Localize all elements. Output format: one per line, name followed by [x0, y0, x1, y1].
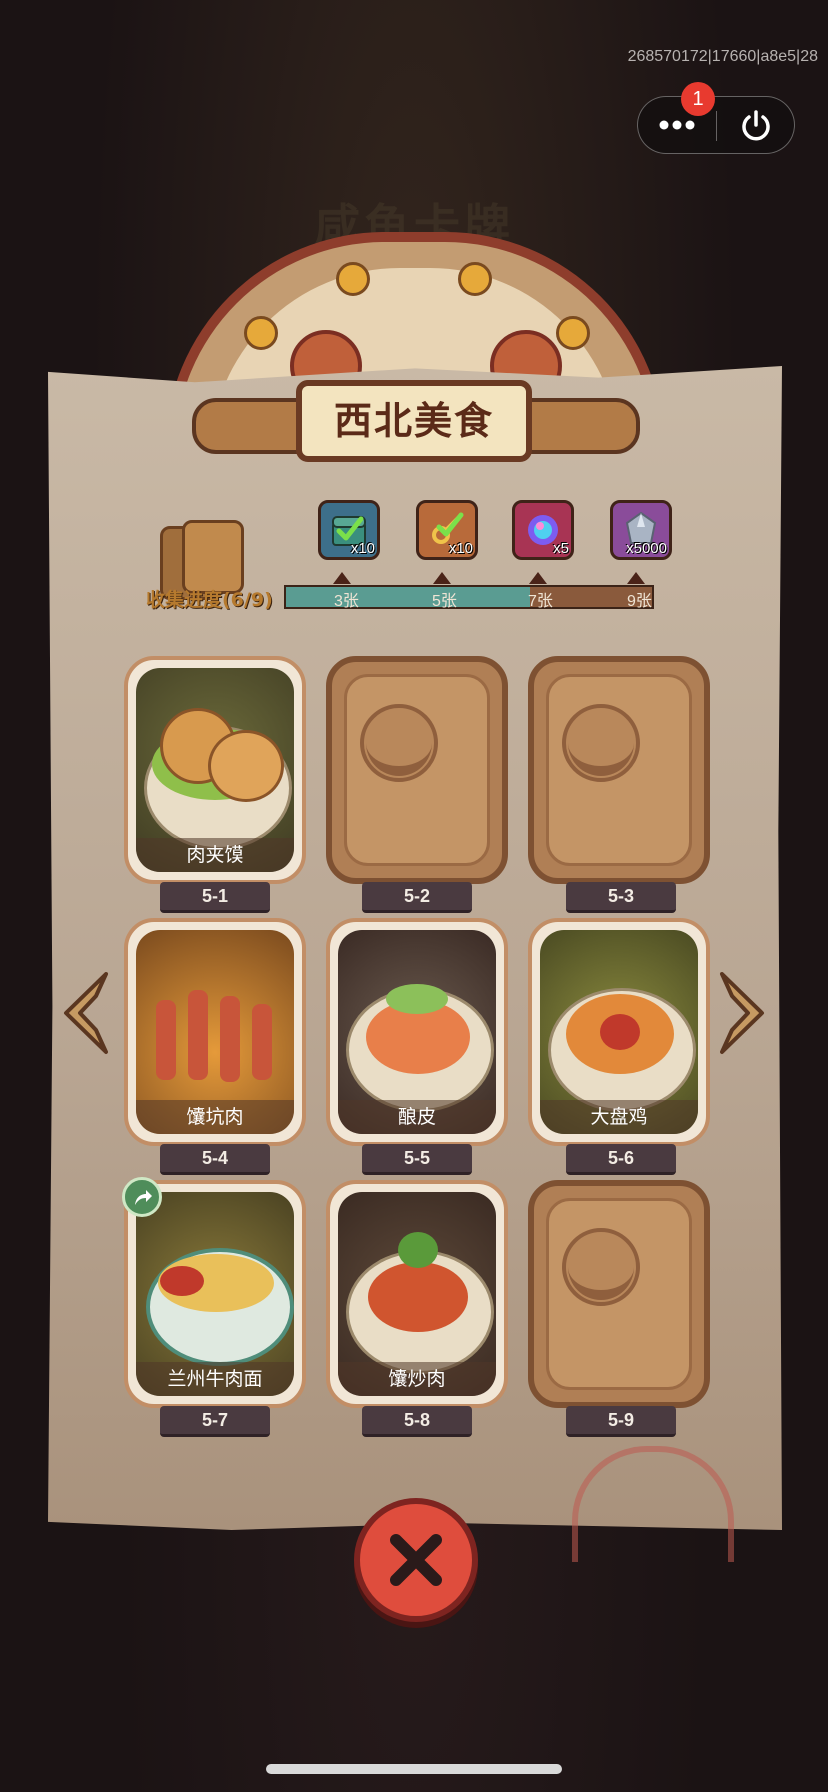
banner-title: 西北美食 — [333, 399, 494, 443]
reward-quantity: x10 — [448, 540, 473, 557]
bell-ornament-icon — [336, 262, 370, 296]
milestone-marker — [529, 572, 547, 584]
card-level-label: 5-8 — [362, 1406, 472, 1437]
collection-progress-fill — [286, 587, 530, 607]
card-level-label: 5-7 — [160, 1406, 270, 1437]
milestone-label: 5张 — [432, 593, 457, 610]
food-card-5-2-locked[interactable] — [326, 656, 508, 884]
card-level-label: 5-2 — [362, 882, 472, 913]
debug-id-text: 268570172|17660|a8e5|28 — [627, 48, 818, 65]
reward-milestone-2[interactable]: x10 — [416, 500, 478, 560]
card-level-label: 5-3 — [566, 882, 676, 913]
card-stack-icon — [160, 520, 246, 600]
collection-progress-label: 收集进度(6/9) — [146, 589, 273, 611]
food-card-5-5[interactable]: 酿皮 — [326, 918, 508, 1146]
bell-ornament-icon — [458, 262, 492, 296]
milestone-marker — [433, 572, 451, 584]
reward-milestone-4[interactable]: x5000 — [610, 500, 672, 560]
card-level-label: 5-5 — [362, 1144, 472, 1175]
share-button[interactable] — [122, 1177, 162, 1217]
milestone-marker — [627, 572, 645, 584]
card-level-label: 5-6 — [566, 1144, 676, 1175]
food-card-5-6[interactable]: 大盘鸡 — [528, 918, 710, 1146]
milestone-label: 3张 — [334, 593, 359, 610]
next-page-arrow-icon[interactable] — [716, 970, 772, 1056]
card-name: 肉夹馍 — [136, 838, 294, 872]
card-level-label: 5-4 — [160, 1144, 270, 1175]
food-card-5-9-locked[interactable] — [528, 1180, 710, 1408]
reward-milestone-1[interactable]: x10 — [318, 500, 380, 560]
bell-ornament-icon — [556, 316, 590, 350]
mini-program-capsule — [637, 96, 795, 154]
card-level-label: 5-1 — [160, 882, 270, 913]
milestone-label: 7张 — [528, 593, 553, 610]
previous-page-arrow-icon[interactable] — [56, 970, 112, 1056]
food-card-5-8[interactable]: 馕炒肉 — [326, 1180, 508, 1408]
reward-quantity: x5 — [553, 540, 569, 557]
notification-badge: 1 — [681, 82, 715, 116]
card-name: 兰州牛肉面 — [136, 1362, 294, 1396]
milestone-marker — [333, 572, 351, 584]
close-button[interactable] — [354, 1498, 478, 1622]
close-icon — [390, 1534, 442, 1586]
exit-button[interactable] — [717, 97, 795, 155]
bell-ornament-icon — [244, 316, 278, 350]
more-dots-icon — [659, 120, 695, 130]
card-name: 馕炒肉 — [338, 1362, 496, 1396]
power-icon — [742, 110, 770, 141]
reward-quantity: x10 — [350, 540, 375, 557]
milestone-label: 9张 — [627, 593, 652, 610]
card-name: 大盘鸡 — [540, 1100, 698, 1134]
card-name: 酿皮 — [338, 1100, 496, 1134]
share-arrow-icon — [135, 1190, 152, 1205]
reward-milestone-3[interactable]: x5 — [512, 500, 574, 560]
home-indicator[interactable] — [266, 1764, 562, 1774]
card-name: 馕坑肉 — [136, 1100, 294, 1134]
banner: 西北美食 — [296, 380, 532, 462]
reward-quantity: x5000 — [626, 540, 667, 557]
food-card-5-1[interactable]: 肉夹馍 — [124, 656, 306, 884]
food-card-5-4[interactable]: 馕坑肉 — [124, 918, 306, 1146]
food-card-5-3-locked[interactable] — [528, 656, 710, 884]
card-level-label: 5-9 — [566, 1406, 676, 1437]
